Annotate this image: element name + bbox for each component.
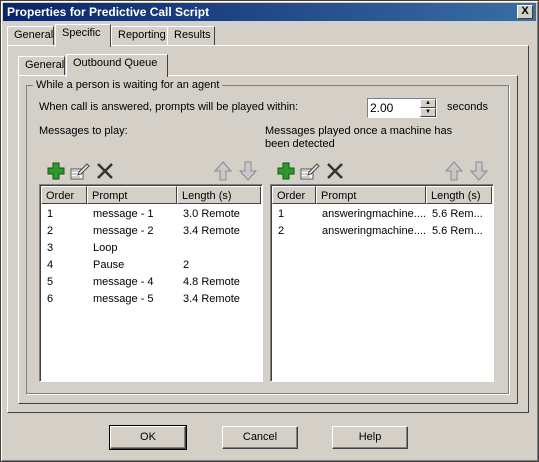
cell-length bbox=[177, 239, 261, 256]
table-row[interactable]: 2 message - 2 3.4 Remote bbox=[41, 222, 261, 239]
tab-reporting[interactable]: Reporting bbox=[111, 26, 168, 46]
table-row[interactable]: 4 Pause 2 bbox=[41, 256, 261, 273]
delete-icon[interactable] bbox=[95, 161, 115, 181]
seconds-label: seconds bbox=[447, 101, 488, 113]
column-order[interactable]: Order bbox=[272, 186, 316, 204]
spin-down-button[interactable]: ▼ bbox=[420, 108, 436, 117]
cell-length: 5.6 Rem... bbox=[432, 225, 483, 237]
cell-prompt: Pause bbox=[93, 259, 125, 271]
subtab-outbound-queue[interactable]: Outbound Queue bbox=[66, 54, 168, 77]
column-prompt[interactable]: Prompt bbox=[87, 186, 177, 204]
close-icon: X bbox=[521, 5, 529, 17]
spin-up-button[interactable]: ▲ bbox=[420, 99, 436, 108]
cell-length: 3.0 Remote bbox=[183, 208, 240, 220]
column-length[interactable]: Length (s) bbox=[426, 186, 492, 204]
cell-length: 5.6 Rem... bbox=[432, 208, 483, 220]
table-row[interactable]: 1 answeringmachine.... 5.6 Rem... bbox=[272, 205, 492, 222]
cell-order: 2 bbox=[278, 225, 285, 237]
tab-results[interactable]: Results bbox=[167, 26, 215, 46]
delete-icon[interactable] bbox=[325, 161, 345, 181]
ok-button[interactable]: OK bbox=[109, 425, 187, 450]
table-row[interactable]: 1 message - 1 3.0 Remote bbox=[41, 205, 261, 222]
table-row[interactable]: 5 message - 4 4.8 Remote bbox=[41, 273, 261, 290]
table-row[interactable]: 2 answeringmachine.... 5.6 Rem... bbox=[272, 222, 492, 239]
cell-prompt: answeringmachine.... bbox=[322, 208, 426, 220]
messages-to-play-label: Messages to play: bbox=[39, 125, 128, 137]
move-down-icon[interactable] bbox=[238, 161, 258, 181]
list-header: Order Prompt Length (s) bbox=[41, 186, 261, 204]
tab-specific[interactable]: Specific bbox=[55, 24, 111, 47]
prompt-delay-stepper[interactable]: ▲ ▼ bbox=[367, 98, 437, 118]
edit-icon[interactable] bbox=[69, 161, 90, 181]
prompt-delay-label: When call is answered, prompts will be p… bbox=[39, 101, 299, 113]
messages-to-play-list[interactable]: Order Prompt Length (s) 1 message - 1 3.… bbox=[39, 184, 263, 382]
cell-prompt: message - 5 bbox=[93, 293, 154, 305]
machine-messages-label-1: Messages played once a machine has bbox=[265, 125, 453, 137]
table-row[interactable]: 3 Loop bbox=[41, 239, 261, 256]
window-title: Properties for Predictive Call Script bbox=[7, 5, 210, 19]
prompt-delay-input[interactable] bbox=[370, 100, 418, 116]
main-tabs: General Specific Reporting Results bbox=[7, 24, 527, 47]
cell-order: 5 bbox=[47, 276, 54, 288]
column-order[interactable]: Order bbox=[41, 186, 87, 204]
add-icon[interactable] bbox=[276, 161, 296, 181]
title-bar: Properties for Predictive Call Script X bbox=[3, 3, 536, 21]
table-row[interactable]: 6 message - 5 3.4 Remote bbox=[41, 290, 261, 307]
cell-prompt: message - 2 bbox=[93, 225, 154, 237]
sub-tabs: General Outbound Queue bbox=[18, 54, 218, 77]
group-legend: While a person is waiting for an agent bbox=[36, 79, 220, 91]
cell-length: 4.8 Remote bbox=[183, 276, 240, 288]
cell-order: 4 bbox=[47, 259, 54, 271]
cell-order: 1 bbox=[47, 208, 54, 220]
column-prompt[interactable]: Prompt bbox=[316, 186, 426, 204]
cell-prompt: answeringmachine.... bbox=[322, 225, 426, 237]
add-icon[interactable] bbox=[46, 161, 66, 181]
close-button[interactable]: X bbox=[517, 5, 533, 19]
move-up-icon[interactable] bbox=[444, 161, 464, 181]
cell-order: 6 bbox=[47, 293, 54, 305]
move-up-icon[interactable] bbox=[213, 161, 233, 181]
cell-length: 3.4 Remote bbox=[183, 225, 240, 237]
machine-messages-label-2: been detected bbox=[265, 138, 335, 150]
cell-prompt: message - 1 bbox=[93, 208, 154, 220]
cancel-button[interactable]: Cancel bbox=[222, 426, 298, 449]
cell-length: 2 bbox=[183, 259, 190, 271]
cell-order: 2 bbox=[47, 225, 54, 237]
column-length[interactable]: Length (s) bbox=[177, 186, 261, 204]
cell-prompt: Loop bbox=[93, 242, 118, 254]
list-body: 1 answeringmachine.... 5.6 Rem... 2 answ… bbox=[272, 205, 492, 239]
cell-prompt: message - 4 bbox=[93, 276, 154, 288]
machine-detected-messages-list[interactable]: Order Prompt Length (s) 1 answeringmachi… bbox=[270, 184, 494, 382]
properties-dialog: Properties for Predictive Call Script X … bbox=[0, 0, 539, 462]
tab-general[interactable]: General bbox=[7, 26, 54, 46]
list-header: Order Prompt Length (s) bbox=[272, 186, 492, 204]
move-down-icon[interactable] bbox=[469, 161, 489, 181]
list-body: 1 message - 1 3.0 Remote 2 message - 2 3… bbox=[41, 205, 261, 307]
help-button[interactable]: Help bbox=[332, 426, 408, 449]
edit-icon[interactable] bbox=[299, 161, 320, 181]
cell-length: 3.4 Remote bbox=[183, 293, 240, 305]
cell-order: 1 bbox=[278, 208, 285, 220]
cell-order: 3 bbox=[47, 242, 54, 254]
subtab-general[interactable]: General bbox=[18, 56, 65, 76]
